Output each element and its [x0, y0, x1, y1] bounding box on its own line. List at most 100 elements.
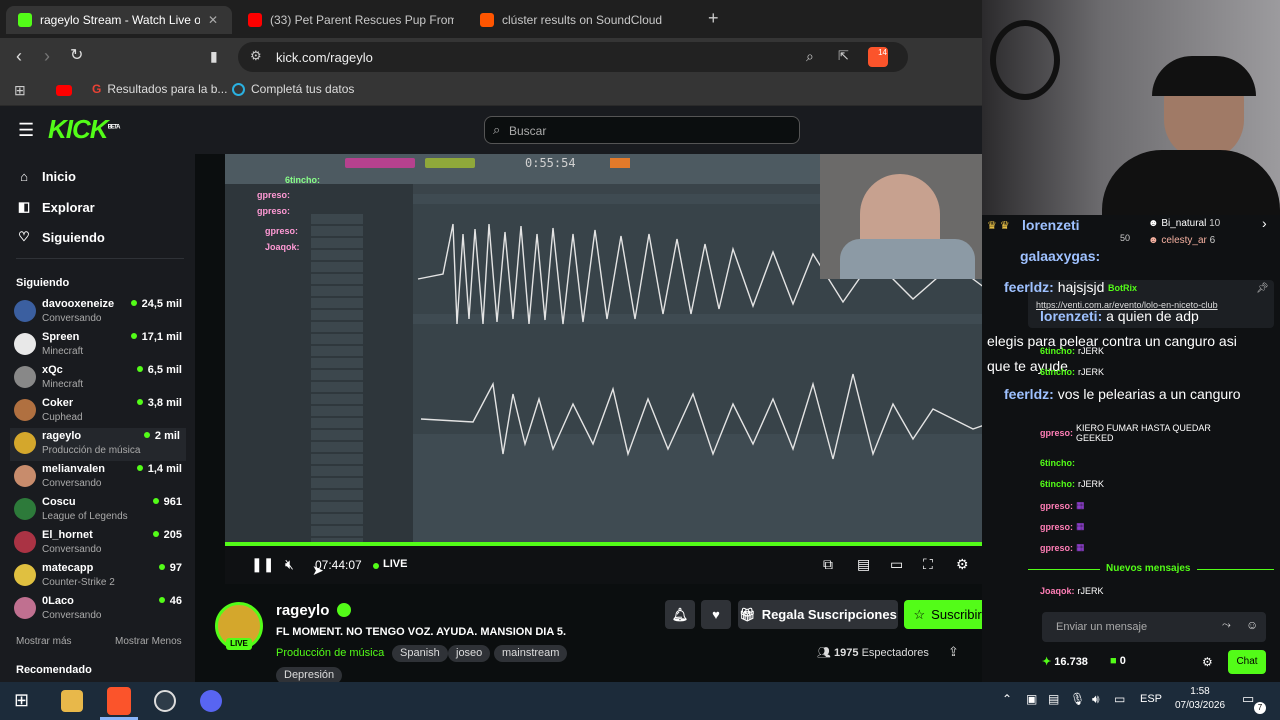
following-item[interactable]: Coscu League of Legends 961 [14, 494, 184, 527]
new-tab-button[interactable]: + [708, 8, 719, 29]
following-item[interactable]: xQc Minecraft 6,5 mil [14, 362, 184, 395]
apps-grid-icon[interactable]: ⊞ [14, 82, 26, 99]
following-item[interactable]: melianvalen Conversando 1,4 mil [14, 461, 184, 494]
close-icon[interactable]: ✕ [208, 13, 218, 27]
follow-heart-button[interactable]: ♥ [701, 600, 731, 629]
following-item[interactable]: davooxeneize Conversando 24,5 mil [14, 296, 184, 329]
bookmark-google[interactable]: G Resultados para la b... [92, 82, 227, 96]
forward-icon[interactable]: › [44, 46, 50, 66]
chat-message: 6tincho: rJERK [1040, 479, 1104, 489]
tag[interactable]: joseo [448, 645, 491, 662]
following-item[interactable]: Spreen Minecraft 17,1 mil [14, 329, 184, 362]
theater-icon[interactable]: ▭ [890, 556, 903, 573]
chat-settings-icon[interactable]: ⚙ [1202, 655, 1213, 669]
nav-inicio[interactable]: ⌂ Inicio [16, 169, 76, 184]
emote-icon: ▦ [1076, 542, 1085, 552]
share-icon[interactable]: ⇪ [948, 644, 959, 660]
bookmark-icon[interactable]: ▮ [210, 46, 218, 66]
chat-username: galaaxygas: [1020, 248, 1101, 264]
chat-message: gpreso: ▦ [1040, 542, 1085, 553]
chat-username[interactable]: 6tincho: [1040, 479, 1075, 489]
top-gifter-name: Bi_natural [1161, 218, 1207, 229]
chat-input[interactable]: Enviar un mensaje ⤳ ☺ [1042, 612, 1266, 642]
site-settings-icon[interactable]: ⚙ [250, 48, 262, 64]
chat-username[interactable]: gpreso: [1040, 501, 1073, 511]
kicks-balance[interactable]: ■ 0 [1110, 655, 1126, 667]
kicks-icon: ■ [1110, 655, 1117, 667]
clock[interactable]: 1:58 07/03/2026 [1172, 686, 1228, 711]
chat-username[interactable]: 6tincho: [1040, 346, 1075, 356]
clip-icon[interactable]: ▤ [857, 556, 870, 573]
tag[interactable]: mainstream [494, 645, 568, 662]
chat-send-button[interactable]: Chat [1228, 650, 1266, 674]
tray-app-icon[interactable]: ▣ [1026, 692, 1037, 706]
verified-icon [337, 603, 351, 617]
following-item[interactable]: El_hornet Conversando 205 [14, 527, 184, 560]
channel-name: matecapp [42, 562, 94, 574]
pause-icon[interactable]: ❚❚ [251, 556, 274, 573]
daw-time: 0:55:54 [525, 156, 576, 170]
channel-category: Conversando [42, 313, 102, 324]
tray-app-icon[interactable]: ▤ [1048, 692, 1059, 706]
chat-username[interactable]: 6tincho: [1040, 458, 1075, 468]
channel-name[interactable]: rageylo [276, 602, 329, 619]
chat-username[interactable]: 6tincho: [1040, 367, 1075, 377]
share-icon[interactable]: ⇱ [838, 48, 849, 64]
notifications-icon[interactable]: ▭ [1242, 691, 1254, 707]
search-input[interactable]: ⌕ Buscar [484, 116, 800, 144]
back-icon[interactable]: ‹ [16, 46, 22, 66]
volume-icon[interactable]: 🔊︎ [1092, 692, 1100, 707]
discord-icon[interactable] [200, 690, 222, 712]
reload-icon[interactable]: ↻ [70, 46, 83, 66]
nav-siguiendo[interactable]: ♡ Siguiendo [16, 229, 105, 245]
following-item[interactable]: matecapp Counter-Strike 2 97 [14, 560, 184, 593]
show-less-link[interactable]: Mostrar Menos [115, 636, 182, 647]
search-placeholder: Buscar [509, 124, 547, 138]
points-balance[interactable]: ✦ 16.738 [1042, 655, 1088, 668]
pip-icon[interactable]: ⧉ [823, 556, 833, 573]
command-icon[interactable]: ⤳ [1222, 619, 1231, 632]
windows-start-icon[interactable]: ⊞ [14, 690, 29, 711]
channel-name: davooxeneize [42, 298, 115, 310]
following-item[interactable]: Coker Cuphead 3,8 mil [14, 395, 184, 428]
brave-shield-icon[interactable]: 14 [868, 47, 888, 67]
stream-category[interactable]: Producción de música [276, 647, 384, 659]
network-icon[interactable]: ▭ [1114, 692, 1125, 706]
live-label[interactable]: LIVE [383, 558, 407, 570]
chevron-right-icon[interactable]: › [1262, 215, 1267, 231]
zoom-icon[interactable]: ⌕ [806, 48, 814, 65]
tag[interactable]: Spanish [392, 645, 448, 662]
tab-soundcloud[interactable]: clúster results on SoundCloud [468, 6, 700, 34]
chat-username[interactable]: gpreso: [1040, 522, 1073, 532]
show-more-link[interactable]: Mostrar más [16, 636, 72, 647]
pinned-user: BotRix [1108, 283, 1137, 293]
language-indicator[interactable]: ESP [1140, 693, 1162, 705]
video-player[interactable]: 0:55:54 gpreso: gpreso: gpreso: Joaqok: … [225, 154, 995, 584]
menu-icon[interactable]: ☰ [18, 120, 34, 141]
chat-username[interactable]: gpreso: [1040, 428, 1073, 438]
bookmark-completa[interactable]: Completá tus datos [232, 82, 354, 96]
kick-logo[interactable]: KICKBETA [48, 114, 120, 145]
tab-kick[interactable]: rageylo Stream - Watch Live on Kick ✕ [6, 6, 232, 34]
notification-bell-button[interactable]: 🔔︎ [665, 600, 695, 629]
settings-icon[interactable]: ⚙ [956, 556, 969, 573]
emoji-icon[interactable]: ☺ [1246, 618, 1258, 632]
fullscreen-icon[interactable]: ⛶ [923, 556, 933, 573]
mute-icon[interactable]: 🔇︎ [285, 556, 294, 573]
youtube-bookmark-icon[interactable] [56, 85, 72, 96]
obs-icon[interactable] [154, 690, 176, 712]
chat-username[interactable]: gpreso: [1040, 543, 1073, 553]
following-item-selected[interactable]: rageylo Producción de música 2 mil [10, 428, 186, 461]
tab-youtube[interactable]: (33) Pet Parent Rescues Pup From Ka [236, 6, 468, 34]
chat-username[interactable]: Joaqok: [1040, 586, 1075, 596]
url-field[interactable]: ⚙ kick.com/rageylo ⌕ ⇱ 14 [238, 42, 908, 72]
gift-subs-button[interactable]: 🎁︎ Regala Suscripciones [738, 600, 898, 629]
daw-file-list [311, 214, 363, 544]
file-explorer-icon[interactable] [61, 690, 83, 712]
brave-browser-icon[interactable] [107, 687, 131, 715]
microphone-icon[interactable]: 🎙︎ [1070, 692, 1085, 706]
nav-explorar[interactable]: ◧ Explorar [16, 199, 95, 215]
new-messages-label[interactable]: Nuevos mensajes [1100, 563, 1197, 574]
following-item[interactable]: 0Laco Conversando 46 [14, 593, 184, 626]
tray-chevron-icon[interactable]: ⌃ [1002, 692, 1012, 706]
